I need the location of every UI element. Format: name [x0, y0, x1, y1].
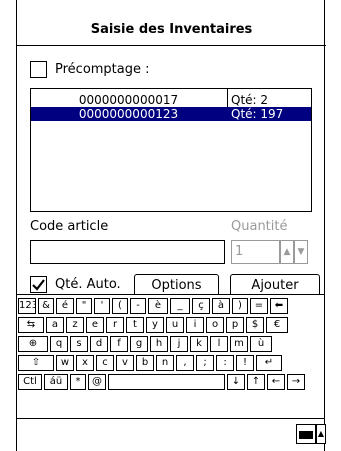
key-1-8[interactable]: i [186, 317, 204, 333]
key-3-1[interactable]: w [56, 355, 74, 371]
key-1-5[interactable]: t [126, 317, 144, 333]
menu-bar: ▲ [17, 418, 326, 451]
key-3-3[interactable]: c [96, 355, 114, 371]
key-0-13[interactable]: ⬅ [270, 298, 288, 314]
key-1-2[interactable]: z [66, 317, 84, 333]
soft-keyboard: 123&é"'(-è_çà)=⬅ ⇆azertyuiop$€ ⊕qsdfghjklm… [17, 294, 324, 417]
key-1-12[interactable]: € [266, 317, 288, 333]
inventory-form: Saisie des Inventaires Précomptage : 000… [16, 0, 326, 451]
key-0-1[interactable]: & [38, 298, 54, 314]
key-3-11[interactable]: ↵ [256, 355, 282, 371]
key-3-10[interactable]: ! [236, 355, 254, 371]
key-1-0[interactable]: ⇆ [18, 317, 44, 333]
key-0-2[interactable]: é [56, 298, 74, 314]
quantite-label: Quantité [231, 219, 288, 234]
key-2-4[interactable]: f [110, 336, 128, 352]
key-2-8[interactable]: k [190, 336, 208, 352]
key-1-3[interactable]: e [86, 317, 104, 333]
key-2-3[interactable]: d [90, 336, 108, 352]
key-1-11[interactable]: $ [246, 317, 264, 333]
key-4-6[interactable]: ↑ [247, 374, 265, 390]
key-0-10[interactable]: à [212, 298, 230, 314]
key-3-9[interactable]: : [216, 355, 234, 371]
item-qty: Qté: 197 [231, 107, 284, 121]
key-4-4[interactable] [108, 374, 225, 390]
key-4-5[interactable]: ↓ [227, 374, 245, 390]
key-0-4[interactable]: ' [94, 298, 110, 314]
key-1-9[interactable]: o [206, 317, 224, 333]
key-2-5[interactable]: g [130, 336, 148, 352]
inventory-list[interactable]: 0000000000017 Qté: 2 0000000000123 Qté: … [30, 88, 312, 212]
code-article-label: Code article [30, 219, 109, 234]
key-2-11[interactable]: ù [250, 336, 272, 352]
title-divider [17, 45, 326, 46]
key-2-6[interactable]: h [150, 336, 168, 352]
qte-auto-label: Qté. Auto. [55, 277, 121, 292]
list-item[interactable]: 0000000000017 Qté: 2 [31, 93, 311, 107]
key-3-0[interactable]: ⇧ [18, 355, 54, 371]
key-2-0[interactable]: ⊕ [18, 336, 48, 352]
keyboard-icon[interactable] [296, 424, 316, 444]
key-2-7[interactable]: j [170, 336, 188, 352]
key-0-11[interactable]: ) [232, 298, 248, 314]
item-qty: Qté: 2 [231, 93, 269, 107]
code-article-input[interactable] [30, 240, 225, 264]
qte-auto-checkbox[interactable] [30, 276, 47, 293]
key-1-6[interactable]: y [146, 317, 164, 333]
key-2-10[interactable]: m [230, 336, 248, 352]
key-4-0[interactable]: Ctl [18, 374, 42, 390]
key-4-2[interactable]: * [70, 374, 86, 390]
key-3-5[interactable]: b [136, 355, 154, 371]
key-0-0[interactable]: 123 [18, 298, 36, 314]
key-3-6[interactable]: n [156, 355, 174, 371]
key-0-8[interactable]: _ [170, 298, 190, 314]
key-1-10[interactable]: p [226, 317, 244, 333]
key-0-6[interactable]: - [130, 298, 146, 314]
key-0-9[interactable]: ç [192, 298, 210, 314]
precomptage-checkbox[interactable] [30, 61, 47, 78]
item-code: 0000000000123 [78, 107, 179, 121]
key-4-1[interactable]: áü [44, 374, 68, 390]
quantity-stepper[interactable]: 1 [231, 240, 280, 264]
key-0-12[interactable]: = [250, 298, 268, 314]
key-1-7[interactable]: u [166, 317, 184, 333]
key-4-7[interactable]: ← [267, 374, 285, 390]
key-3-8[interactable]: ; [196, 355, 214, 371]
quantity-up-button[interactable]: ▲ [280, 240, 294, 264]
key-0-5[interactable]: ( [112, 298, 128, 314]
checkmark-icon [32, 279, 45, 291]
quantity-down-button[interactable]: ▼ [294, 240, 308, 264]
key-3-7[interactable]: , [176, 355, 194, 371]
page-title: Saisie des Inventaires [90, 22, 253, 37]
key-1-4[interactable]: r [106, 317, 124, 333]
key-1-1[interactable]: a [46, 317, 64, 333]
key-2-2[interactable]: s [70, 336, 88, 352]
key-4-8[interactable]: → [287, 374, 305, 390]
key-3-2[interactable]: x [76, 355, 94, 371]
key-2-1[interactable]: q [50, 336, 68, 352]
precomptage-label: Précomptage : [55, 62, 150, 77]
item-code: 0000000000017 [78, 93, 179, 107]
key-0-3[interactable]: " [76, 298, 92, 314]
list-item-selected[interactable]: 0000000000123 Qté: 197 [31, 107, 311, 121]
chevron-up-icon[interactable]: ▲ [316, 424, 326, 444]
key-3-4[interactable]: v [116, 355, 134, 371]
key-2-9[interactable]: l [210, 336, 228, 352]
key-0-7[interactable]: è [148, 298, 168, 314]
key-4-3[interactable]: @ [88, 374, 106, 390]
